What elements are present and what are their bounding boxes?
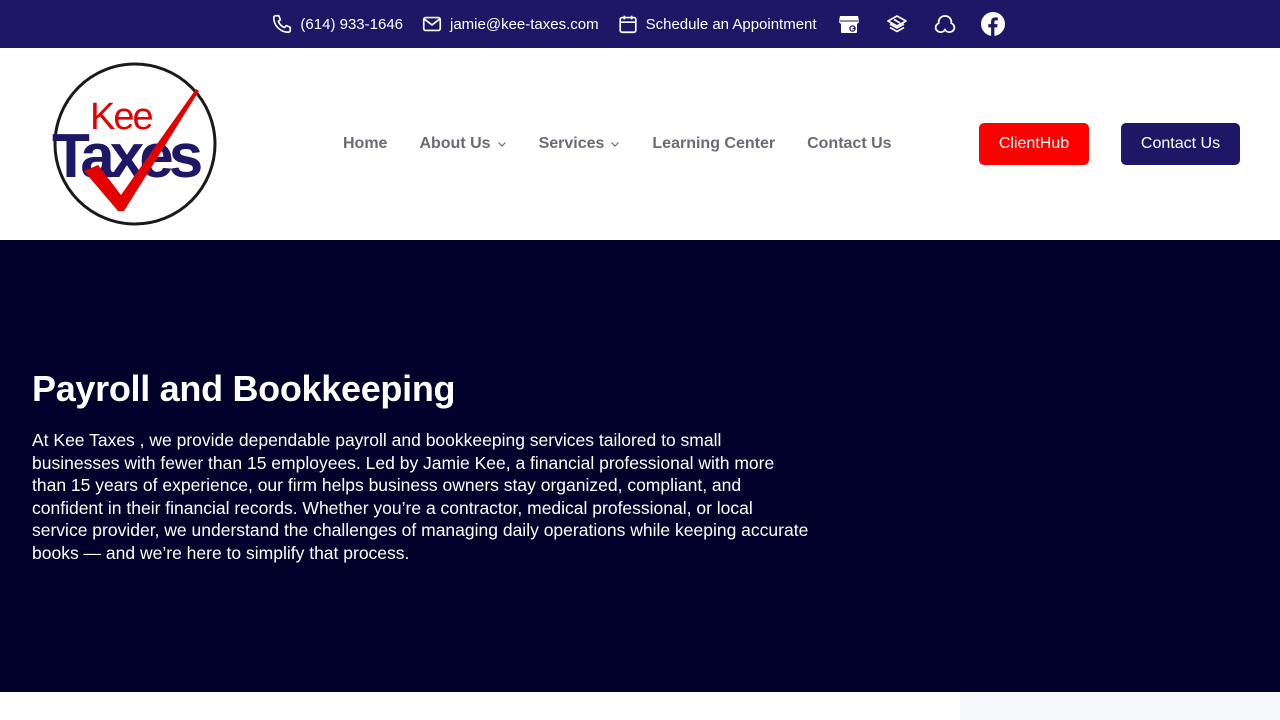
clienthub-button[interactable]: ClientHub (979, 123, 1089, 165)
logo-taxes-text: Taxes (52, 122, 201, 191)
nav-item-learning-center[interactable]: Learning Center (652, 135, 775, 153)
page-title: Payroll and Bookkeeping (32, 368, 456, 409)
nav-item-about-us[interactable]: About Us (419, 135, 506, 153)
social-links (837, 12, 1005, 36)
kee-taxes-logo[interactable]: Kee Taxes (38, 61, 236, 227)
hero-section: Payroll and Bookkeeping At Kee Taxes , w… (0, 240, 1280, 692)
main-nav: Home About Us Services Learning Center C… (343, 48, 892, 240)
mail-icon (422, 16, 442, 32)
chevron-down-icon (611, 142, 620, 147)
chevron-down-icon (497, 142, 506, 147)
appointment-label: Schedule an Appointment (645, 15, 817, 33)
facebook-icon[interactable] (980, 12, 1005, 36)
phone-link[interactable]: (614) 933-1646 (271, 13, 403, 35)
nav-item-label: Home (343, 135, 388, 152)
nextdoor-icon[interactable] (933, 12, 957, 36)
nav-item-home[interactable]: Home (343, 135, 387, 153)
taxbuzz-icon[interactable] (885, 12, 909, 36)
google-business-icon[interactable] (837, 12, 861, 36)
top-contact-bar-inner: (614) 933-1646 jamie@kee-taxes.com Sched… (271, 12, 1005, 36)
nav-item-label: Services (538, 135, 605, 152)
phone-icon (273, 14, 292, 34)
nav-item-label: About Us (419, 135, 491, 152)
nav-item-contact-us[interactable]: Contact Us (807, 135, 891, 153)
nav-item-label: Learning Center (652, 135, 776, 152)
top-contact-bar: (614) 933-1646 jamie@kee-taxes.com Sched… (0, 0, 1280, 48)
appointment-link[interactable]: Schedule an Appointment (617, 13, 817, 35)
nav-item-services[interactable]: Services (539, 135, 621, 153)
site-header: Kee Taxes Home About Us Services Learnin… (0, 48, 1280, 240)
email-link[interactable]: jamie@kee-taxes.com (421, 13, 599, 35)
nav-item-label: Contact Us (807, 135, 892, 152)
email-address: jamie@kee-taxes.com (450, 15, 599, 33)
calendar-icon (618, 15, 637, 34)
contact-us-button[interactable]: Contact Us (1121, 123, 1240, 165)
hero-description: At Kee Taxes , we provide dependable pay… (32, 430, 809, 563)
content-section-panel (960, 692, 1280, 720)
phone-number: (614) 933-1646 (300, 15, 403, 33)
